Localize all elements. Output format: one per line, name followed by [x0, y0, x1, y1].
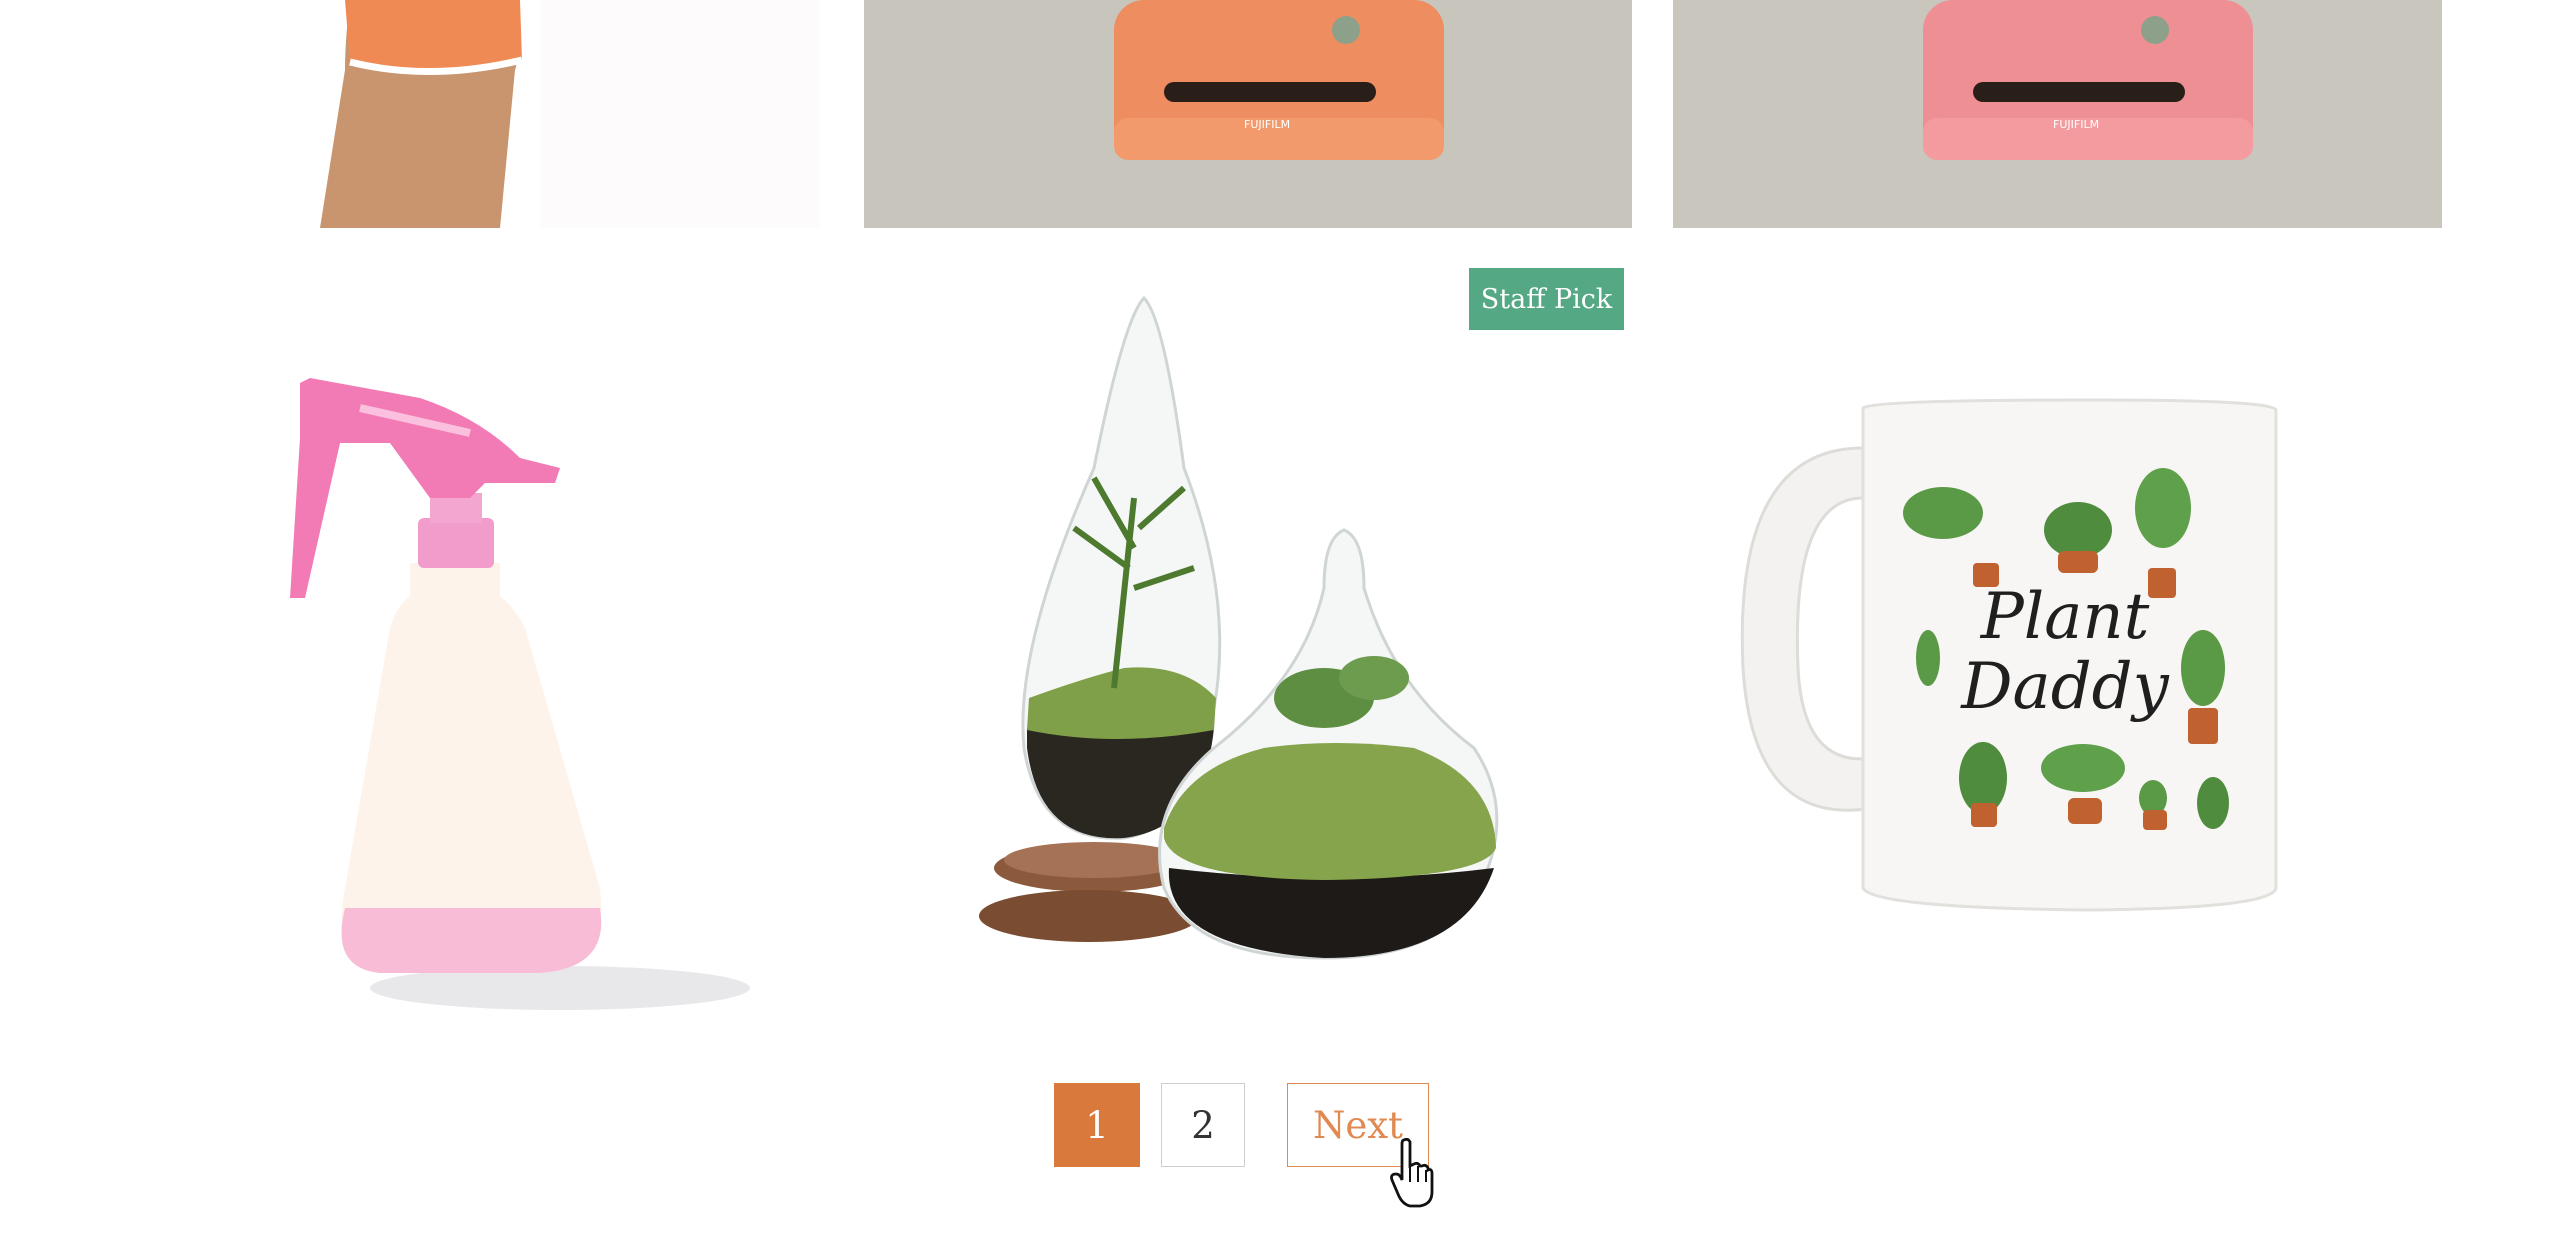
product-tile-camera-pink[interactable]: FUJIFILM — [1673, 0, 2442, 228]
page-1-button[interactable]: 1 — [1054, 1083, 1140, 1167]
brand-label: FUJIFILM — [2053, 118, 2099, 131]
product-tile-mug[interactable]: Plant Daddy — [1673, 268, 2442, 1028]
staff-pick-badge: Staff Pick — [1469, 268, 1624, 330]
product-tile-spray-bottle[interactable] — [0, 268, 820, 1028]
product-tile-terrarium[interactable] — [864, 268, 1632, 1028]
mug-text-line1: Plant — [1980, 580, 2150, 654]
hand-pointer-cursor-icon — [1390, 1138, 1434, 1208]
brand-label: FUJIFILM — [1244, 118, 1290, 131]
terrarium-image — [979, 295, 1499, 960]
spray-bottle-image — [290, 378, 750, 1010]
page-2-button[interactable]: 2 — [1161, 1083, 1245, 1167]
mug-image: Plant Daddy — [1740, 398, 2278, 912]
arm-sleeve-image — [0, 0, 820, 228]
camera-image: FUJIFILM — [864, 0, 1632, 228]
product-tile-sleeve[interactable] — [0, 0, 820, 228]
mug-text-line2: Daddy — [1960, 650, 2169, 724]
product-tile-camera-orange[interactable]: FUJIFILM — [864, 0, 1632, 228]
camera-image: FUJIFILM — [1673, 0, 2442, 228]
